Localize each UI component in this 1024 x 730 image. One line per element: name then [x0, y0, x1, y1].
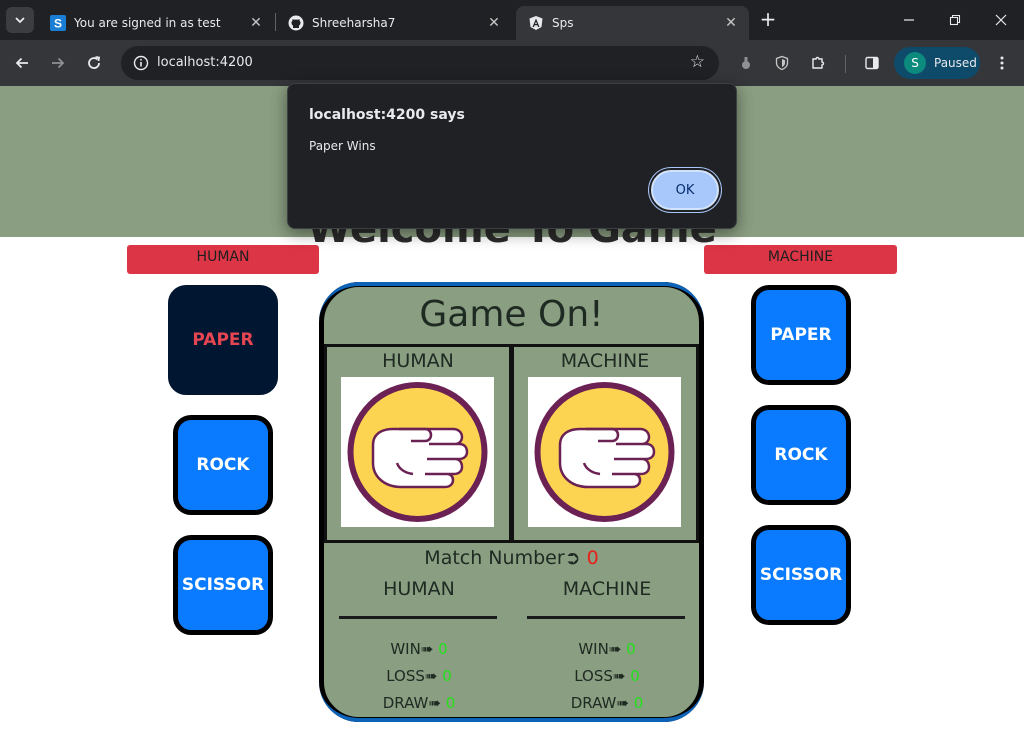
forward-button[interactable] — [44, 49, 72, 77]
draw-value: 0 — [633, 694, 644, 712]
human-loss-row: LOSS➠ 0 — [339, 663, 499, 690]
paper-hand-icon — [528, 377, 681, 527]
address-bar[interactable]: localhost:4200 ☆ — [121, 46, 719, 80]
shield-icon — [775, 55, 789, 71]
profile-status: Paused — [934, 56, 977, 70]
new-tab-button[interactable]: + — [757, 9, 779, 31]
machine-result-title: MACHINE — [560, 350, 650, 372]
side-panel-button[interactable] — [858, 49, 886, 77]
back-button[interactable] — [8, 49, 36, 77]
machine-win-row: WIN➠ 0 — [527, 636, 687, 663]
game-board: Game On! HUMAN MACHINE Match Number➲ 0 H… — [319, 282, 704, 722]
tab-signed-in[interactable]: S You are signed in as test ✕ — [38, 6, 274, 40]
profile-button[interactable]: S Paused — [894, 47, 980, 79]
restore-button[interactable] — [932, 0, 978, 40]
extension-button[interactable] — [732, 49, 760, 77]
human-result-title: HUMAN — [382, 350, 454, 372]
minimize-icon — [904, 19, 914, 21]
ok-button[interactable]: OK — [651, 170, 719, 210]
minimize-button[interactable] — [886, 0, 932, 40]
match-number: Match Number➲ 0 — [324, 546, 699, 570]
board-title: Game On! — [419, 294, 604, 335]
close-icon[interactable]: ✕ — [486, 15, 502, 31]
tab-search-button[interactable] — [6, 7, 34, 33]
close-window-button[interactable] — [978, 0, 1024, 40]
browser-toolbar: localhost:4200 ☆ S Paused — [0, 40, 1024, 86]
tab-strip: S You are signed in as test ✕ Shreeharsh… — [0, 0, 1024, 40]
loss-value: 0 — [442, 667, 452, 685]
kebab-menu-icon — [1000, 56, 1004, 70]
human-result-cell: HUMAN — [324, 344, 512, 543]
tab-sps[interactable]: Sps ✕ — [516, 6, 749, 40]
machine-label: MACHINE — [704, 245, 897, 274]
human-draw-row: DRAW➠ 0 — [339, 690, 499, 717]
draw-label: DRAW➠ — [382, 694, 441, 712]
win-label: WIN➠ — [390, 640, 434, 658]
chevron-down-icon — [15, 17, 25, 24]
machine-rock-button[interactable]: ROCK — [751, 405, 851, 505]
loss-label: LOSS➠ — [386, 667, 438, 685]
draw-label: DRAW➠ — [570, 694, 629, 712]
machine-draw-row: DRAW➠ 0 — [527, 690, 687, 717]
tab-title: Shreeharsha7 — [312, 16, 396, 30]
win-value: 0 — [626, 640, 636, 658]
human-win-row: WIN➠ 0 — [339, 636, 499, 663]
win-label: WIN➠ — [578, 640, 622, 658]
arrow-left-icon — [15, 57, 28, 69]
reload-button[interactable] — [80, 49, 108, 77]
match-label: Match Number➲ — [424, 547, 581, 569]
dialog-title: localhost:4200 says — [309, 107, 465, 123]
dialog-message: Paper Wins — [309, 139, 376, 153]
angular-icon — [528, 15, 544, 31]
divider — [527, 616, 685, 619]
close-icon[interactable]: ✕ — [248, 15, 264, 31]
s-brand-icon: S — [50, 15, 66, 31]
paint-drop-icon — [742, 57, 750, 69]
tab-title: Sps — [552, 16, 574, 30]
machine-score-title: MACHINE — [562, 578, 652, 600]
menu-button[interactable] — [988, 49, 1016, 77]
close-icon — [995, 14, 1007, 26]
toolbar-divider — [845, 55, 846, 73]
machine-score: MACHINE WIN➠ 0 LOSS➠ 0 DRAW➠ 0 — [527, 577, 687, 717]
url-text: localhost:4200 — [157, 55, 253, 70]
human-paper-button[interactable]: PAPER — [168, 285, 278, 395]
close-icon[interactable]: ✕ — [723, 15, 739, 31]
tab-github[interactable]: Shreeharsha7 ✕ — [276, 6, 512, 40]
puzzle-icon — [812, 56, 825, 69]
machine-result-cell: MACHINE — [511, 344, 699, 543]
avatar: S — [904, 52, 926, 74]
machine-paper-button[interactable]: PAPER — [751, 285, 851, 385]
loss-label: LOSS➠ — [574, 667, 626, 685]
arrow-right-icon — [52, 57, 65, 69]
human-score-title: HUMAN — [383, 578, 455, 600]
machine-scissor-button[interactable]: SCISSOR — [751, 525, 851, 625]
extensions-button[interactable] — [804, 49, 832, 77]
tab-title: You are signed in as test — [74, 16, 221, 30]
reload-icon — [88, 56, 101, 69]
machine-loss-row: LOSS➠ 0 — [527, 663, 687, 690]
extension-shield-button[interactable] — [768, 49, 796, 77]
divider — [339, 616, 497, 619]
svg-text:S: S — [54, 17, 62, 31]
win-value: 0 — [438, 640, 448, 658]
human-scissor-button[interactable]: SCISSOR — [173, 535, 273, 635]
human-rock-button[interactable]: ROCK — [173, 415, 273, 515]
restore-icon — [949, 14, 961, 26]
human-label: HUMAN — [127, 245, 319, 274]
github-icon — [288, 15, 304, 31]
side-panel-icon — [865, 56, 879, 70]
site-info-icon[interactable] — [129, 51, 153, 75]
human-score: HUMAN WIN➠ 0 LOSS➠ 0 DRAW➠ 0 — [339, 577, 499, 717]
alert-dialog: localhost:4200 says Paper Wins OK — [287, 83, 737, 229]
match-value: 0 — [586, 547, 599, 569]
bookmark-star-icon[interactable]: ☆ — [690, 52, 705, 72]
draw-value: 0 — [445, 694, 456, 712]
paper-hand-icon — [341, 377, 494, 527]
loss-value: 0 — [630, 667, 640, 685]
